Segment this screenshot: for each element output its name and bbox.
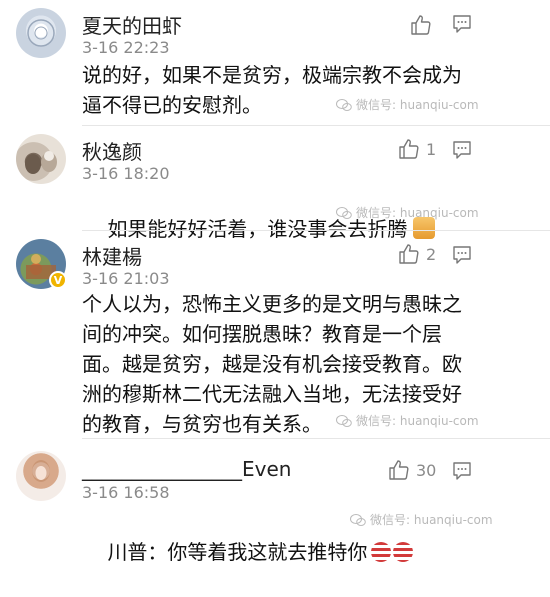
avatar-photo-icon bbox=[32, 460, 50, 482]
reply-button[interactable] bbox=[452, 14, 472, 38]
comment-icon bbox=[453, 141, 471, 159]
like-button[interactable]: 2 bbox=[398, 243, 436, 265]
dogs-photo-icon bbox=[25, 151, 57, 174]
comment-icon bbox=[453, 15, 471, 33]
us-flag-emoji-icon bbox=[371, 542, 392, 562]
thumbs-up-icon bbox=[389, 460, 409, 480]
us-flag-emoji-icon bbox=[393, 542, 414, 562]
wechat-icon bbox=[336, 414, 352, 427]
reply-button[interactable] bbox=[452, 140, 472, 164]
avatar[interactable] bbox=[16, 8, 66, 58]
like-count: 1 bbox=[426, 139, 437, 159]
comment-author[interactable]: 秋逸颜 bbox=[82, 136, 142, 165]
like-count: 2 bbox=[426, 244, 437, 264]
watermark: 微信号: huanqiu-com bbox=[336, 412, 479, 429]
comment-time: 3-16 18:20 bbox=[82, 164, 170, 183]
comment-text-body: 川普：你等着我这就去推特你 bbox=[107, 540, 368, 564]
thumbs-up-icon bbox=[399, 244, 419, 264]
wechat-icon bbox=[350, 513, 366, 526]
comment-author[interactable]: 夏天的田虾 bbox=[82, 10, 182, 39]
comment-author[interactable]: ________________Even bbox=[82, 457, 291, 481]
wechat-icon bbox=[336, 206, 352, 219]
comment-1: 夏天的田虾 3-16 22:23 说的好，如果不是贫穷，极端宗教不会成为 逼不得… bbox=[0, 0, 550, 126]
comment-time: 3-16 22:23 bbox=[82, 38, 170, 57]
like-button[interactable]: 1 bbox=[398, 138, 436, 160]
wechat-icon bbox=[336, 98, 352, 111]
like-button[interactable]: 30 bbox=[388, 459, 436, 481]
reply-button[interactable] bbox=[452, 245, 472, 269]
comment-icon bbox=[453, 246, 471, 264]
like-button[interactable] bbox=[410, 14, 438, 36]
comment-icon bbox=[453, 462, 471, 480]
avatar-pattern-icon bbox=[27, 19, 55, 47]
thumbs-up-icon bbox=[399, 139, 419, 159]
comment-time: 3-16 21:03 bbox=[82, 269, 170, 288]
comment-3: V 林建楊 3-16 21:03 2 个人以为，恐怖主义更多的是文明与愚昧之 间… bbox=[0, 231, 550, 438]
watermark: 微信号: huanqiu-com bbox=[350, 511, 493, 528]
reply-button[interactable] bbox=[452, 461, 472, 485]
avatar[interactable] bbox=[16, 134, 66, 184]
avatar[interactable] bbox=[16, 451, 66, 501]
thumbs-up-icon bbox=[411, 15, 431, 35]
watermark: 微信号: huanqiu-com bbox=[336, 204, 479, 221]
comment-author[interactable]: 林建楊 bbox=[82, 241, 142, 270]
watermark: 微信号: huanqiu-com bbox=[336, 96, 479, 113]
comment-4: ________________Even 3-16 16:58 30 川普：你等… bbox=[0, 439, 550, 564]
like-count: 30 bbox=[416, 460, 437, 480]
comment-2: 秋逸颜 3-16 18:20 1 如果能好好活着，谁没事会去折腾 微信号: hu… bbox=[0, 126, 550, 241]
comment-time: 3-16 16:58 bbox=[82, 483, 170, 502]
verified-badge-icon: V bbox=[49, 271, 67, 289]
